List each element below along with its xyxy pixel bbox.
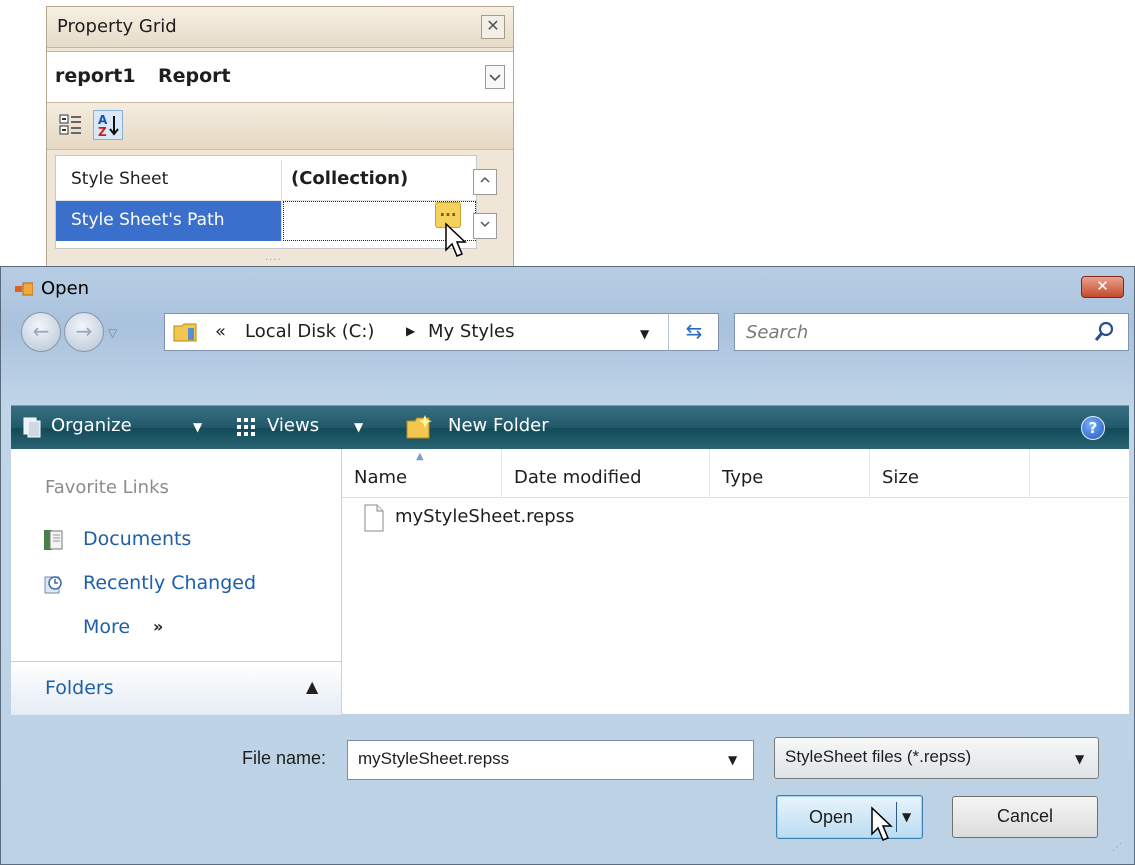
navigation-pane: Favorite Links Documents Recently Change… bbox=[11, 449, 342, 715]
open-dropdown-icon[interactable]: ▼ bbox=[902, 810, 911, 824]
nav-link-documents[interactable]: Documents bbox=[83, 528, 191, 550]
close-icon[interactable]: ✕ bbox=[481, 15, 505, 39]
forward-arrow-icon[interactable]: → bbox=[64, 312, 104, 352]
app-icon bbox=[15, 282, 33, 296]
breadcrumb-local-disk[interactable]: Local Disk (C:) bbox=[245, 321, 374, 342]
nav-link-recently-changed[interactable]: Recently Changed bbox=[83, 572, 256, 594]
chevron-down-icon[interactable]: ▼ bbox=[1075, 752, 1084, 766]
property-name: Style Sheet's Path bbox=[56, 201, 282, 241]
scroll-down-icon[interactable] bbox=[473, 213, 497, 239]
object-selector[interactable]: report1 Report bbox=[47, 51, 513, 103]
open-dialog: Open ✕ ← → ▽ « Local Disk (C:) ▶ My Styl… bbox=[0, 266, 1135, 865]
address-overflow[interactable]: « bbox=[215, 321, 226, 342]
organize-icon bbox=[23, 417, 41, 438]
property-grid-toolbar: A Z bbox=[47, 103, 513, 150]
views-dropdown-icon[interactable]: ▼ bbox=[354, 420, 363, 434]
chevron-down-icon[interactable]: ▼ bbox=[728, 753, 737, 767]
file-name-value: myStyleSheet.repss bbox=[358, 749, 510, 768]
splitter-grip: .... bbox=[265, 252, 282, 263]
search-placeholder: Search bbox=[746, 322, 809, 343]
object-type: Report bbox=[158, 65, 231, 87]
column-headers: Name ▲ Date modified Type Size bbox=[342, 449, 1129, 498]
scroll-up-icon[interactable] bbox=[473, 169, 497, 195]
chevron-down-icon[interactable] bbox=[485, 65, 505, 89]
list-item[interactable]: myStyleSheet.repss bbox=[342, 504, 1129, 538]
new-folder-button[interactable]: New Folder bbox=[448, 415, 549, 436]
search-icon[interactable] bbox=[1092, 320, 1116, 344]
documents-icon bbox=[44, 530, 63, 550]
file-name: myStyleSheet.repss bbox=[395, 506, 575, 527]
property-row-selected[interactable]: Style Sheet's Path bbox=[56, 201, 476, 241]
resize-grip-icon[interactable]: ⋰ bbox=[1112, 842, 1122, 853]
file-list: Name ▲ Date modified Type Size myStyleSh… bbox=[342, 449, 1129, 714]
property-name: Style Sheet bbox=[56, 160, 282, 200]
recent-pages-icon[interactable]: ▽ bbox=[108, 326, 117, 340]
more-chevron-icon[interactable]: » bbox=[153, 617, 163, 636]
property-grid-titlebar: Property Grid ✕ bbox=[47, 7, 513, 48]
mouse-cursor-icon bbox=[445, 222, 467, 257]
object-name: report1 bbox=[55, 65, 136, 87]
nav-link-more[interactable]: More bbox=[83, 616, 130, 638]
breadcrumb-my-styles[interactable]: My Styles bbox=[428, 321, 515, 342]
dialog-title: Open bbox=[41, 278, 90, 299]
property-table: Style Sheet (Collection) Style Sheet's P… bbox=[55, 155, 477, 249]
folders-label: Folders bbox=[45, 677, 114, 699]
column-type[interactable]: Type bbox=[710, 449, 870, 497]
file-name-field[interactable]: myStyleSheet.repss ▼ bbox=[347, 740, 754, 780]
column-date-modified[interactable]: Date modified bbox=[502, 449, 710, 497]
property-grid-title: Property Grid bbox=[57, 16, 177, 37]
chevron-up-icon[interactable]: ▲ bbox=[306, 677, 318, 696]
folder-icon bbox=[173, 323, 197, 342]
recently-changed-icon bbox=[44, 576, 62, 594]
dialog-footer: File name: myStyleSheet.repss ▼ StyleShe… bbox=[2, 714, 1134, 864]
property-row[interactable]: Style Sheet (Collection) bbox=[56, 160, 476, 201]
property-value[interactable]: (Collection) bbox=[283, 160, 476, 200]
file-type-select[interactable]: StyleSheet files (*.repss) ▼ bbox=[774, 737, 1099, 779]
breadcrumb-separator-icon[interactable]: ▶ bbox=[406, 324, 415, 338]
views-menu[interactable]: Views bbox=[267, 415, 319, 436]
alphabetical-icon[interactable]: A Z bbox=[93, 110, 123, 140]
file-type-value: StyleSheet files (*.repss) bbox=[785, 747, 972, 766]
mouse-cursor-icon bbox=[871, 806, 893, 841]
help-icon[interactable]: ? bbox=[1081, 416, 1105, 440]
categorized-icon[interactable] bbox=[57, 110, 87, 140]
open-button[interactable]: Open ▼ bbox=[776, 795, 923, 839]
column-size[interactable]: Size bbox=[870, 449, 1030, 497]
command-bar: Organize ▼ Views ▼ New Folder ? bbox=[11, 405, 1129, 450]
close-icon[interactable]: ✕ bbox=[1081, 276, 1124, 298]
file-name-label: File name: bbox=[242, 748, 327, 768]
address-dropdown-icon[interactable]: ▼ bbox=[640, 327, 649, 341]
svg-text:Z: Z bbox=[98, 125, 107, 139]
refresh-icon[interactable]: ⇆ bbox=[668, 314, 719, 350]
organize-dropdown-icon[interactable]: ▼ bbox=[193, 420, 202, 434]
cancel-button[interactable]: Cancel bbox=[952, 796, 1098, 838]
search-input[interactable]: Search bbox=[734, 313, 1129, 351]
sort-ascending-icon: ▲ bbox=[416, 451, 424, 462]
favorite-links-header: Favorite Links bbox=[45, 477, 169, 498]
dialog-frame: Open ✕ ← → ▽ « Local Disk (C:) ▶ My Styl… bbox=[0, 266, 1135, 865]
cancel-button-label: Cancel bbox=[996, 806, 1054, 826]
new-folder-icon bbox=[406, 415, 432, 439]
open-button-label: Open bbox=[809, 807, 854, 827]
file-icon bbox=[364, 504, 384, 532]
folders-toggle[interactable]: Folders ▲ bbox=[11, 661, 341, 715]
organize-menu[interactable]: Organize bbox=[51, 415, 132, 436]
back-arrow-icon[interactable]: ← bbox=[21, 312, 61, 352]
views-icon bbox=[237, 418, 255, 436]
address-bar[interactable]: « Local Disk (C:) ▶ My Styles ▼ ⇆ bbox=[164, 313, 719, 351]
